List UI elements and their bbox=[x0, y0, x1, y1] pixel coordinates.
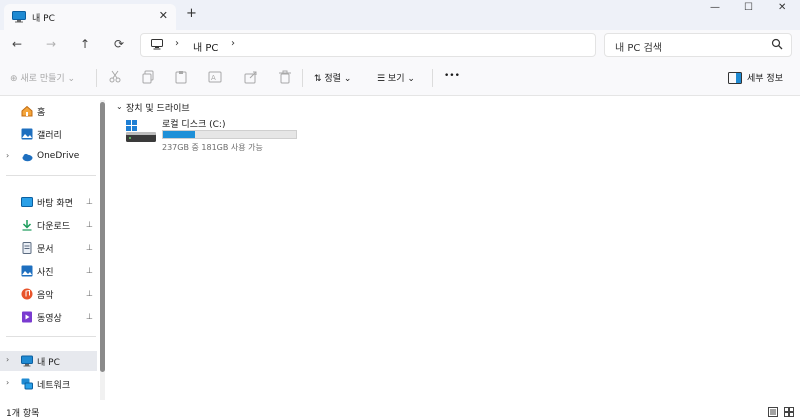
group-header[interactable]: 장치 및 드라이브 bbox=[126, 101, 190, 114]
drive-label: 로컬 디스크 (C:) bbox=[162, 120, 226, 130]
svg-text:A: A bbox=[211, 74, 216, 82]
search-icon bbox=[771, 38, 783, 50]
pin-icon: ⊥ bbox=[86, 312, 93, 321]
sidebar-item-label: OneDrive bbox=[37, 151, 80, 161]
sidebar-item-this-pc[interactable]: › 내 PC bbox=[0, 351, 97, 371]
pin-icon: ⊥ bbox=[86, 220, 93, 229]
toolbar-divider bbox=[96, 69, 97, 87]
details-pane-icon bbox=[728, 72, 742, 84]
sidebar-item-network[interactable]: › 네트워크 bbox=[0, 374, 97, 394]
sidebar-item-label: 사진 bbox=[37, 268, 54, 278]
more-options-button[interactable]: ••• bbox=[444, 71, 460, 81]
share-icon[interactable] bbox=[244, 70, 258, 84]
sort-button[interactable]: ⇅ 정렬 ⌄ bbox=[314, 71, 351, 84]
up-button[interactable]: ↑ bbox=[80, 37, 90, 51]
network-icon bbox=[21, 378, 33, 390]
file-list-pane: ⌄ 장치 및 드라이브 로컬 디스크 (C:) 237GB 중 181GB 사용… bbox=[108, 96, 800, 404]
delete-icon[interactable] bbox=[278, 70, 292, 84]
tab-this-pc[interactable]: 내 PC ✕ bbox=[4, 4, 176, 30]
video-icon bbox=[22, 311, 32, 323]
expand-chevron-icon[interactable]: › bbox=[6, 378, 9, 387]
pin-icon: ⊥ bbox=[86, 243, 93, 252]
sidebar-scrollbar[interactable] bbox=[100, 100, 105, 400]
gallery-icon bbox=[21, 128, 33, 140]
title-bar: 내 PC ✕ + — ☐ ✕ bbox=[0, 0, 800, 30]
refresh-button[interactable]: ⟳ bbox=[114, 37, 124, 51]
forward-button[interactable]: → bbox=[46, 37, 56, 51]
sidebar-item-pictures[interactable]: 사진 ⊥ bbox=[0, 261, 97, 281]
sidebar-divider bbox=[6, 175, 96, 176]
music-icon bbox=[21, 288, 33, 300]
maximize-button[interactable]: ☐ bbox=[744, 2, 753, 13]
drive-free-space: 237GB 중 181GB 사용 가능 bbox=[162, 143, 263, 152]
home-icon bbox=[21, 105, 33, 117]
expand-chevron-icon[interactable]: › bbox=[6, 151, 9, 160]
sidebar-item-label: 네트워크 bbox=[37, 381, 71, 391]
sidebar-item-videos[interactable]: 동영상 ⊥ bbox=[0, 307, 97, 327]
expand-chevron-icon[interactable]: › bbox=[6, 355, 9, 364]
address-bar[interactable]: › 내 PC › bbox=[140, 33, 596, 57]
sidebar-item-label: 다운로드 bbox=[37, 222, 71, 232]
copy-icon[interactable] bbox=[141, 70, 155, 84]
monitor-icon bbox=[151, 39, 163, 50]
tab-label: 내 PC bbox=[32, 14, 55, 24]
sidebar-item-label: 갤러리 bbox=[37, 131, 62, 141]
back-button[interactable]: ← bbox=[12, 37, 22, 51]
sidebar-item-music[interactable]: 음악 ⊥ bbox=[0, 284, 97, 304]
sidebar-item-onedrive[interactable]: › OneDrive bbox=[0, 147, 97, 167]
breadcrumb-expand-icon[interactable]: › bbox=[231, 38, 235, 49]
drive-usage-fill bbox=[163, 131, 195, 138]
tab-close-icon[interactable]: ✕ bbox=[159, 9, 168, 22]
picture-icon bbox=[21, 265, 33, 277]
drive-usage-bar bbox=[162, 130, 297, 139]
sidebar-item-gallery[interactable]: 갤러리 bbox=[0, 124, 97, 144]
download-icon bbox=[22, 220, 32, 231]
minimize-button[interactable]: — bbox=[710, 2, 720, 13]
search-box[interactable]: 내 PC 검색 bbox=[604, 33, 792, 57]
sidebar-item-label: 바탕 화면 bbox=[37, 199, 73, 209]
view-button[interactable]: ☰ 보기 ⌄ bbox=[377, 71, 415, 84]
new-tab-button[interactable]: + bbox=[186, 6, 197, 21]
sidebar-item-label: 동영상 bbox=[37, 314, 62, 324]
toolbar-divider bbox=[432, 69, 433, 87]
breadcrumb-this-pc[interactable]: 내 PC bbox=[193, 39, 218, 54]
pin-icon: ⊥ bbox=[86, 266, 93, 275]
group-collapse-icon[interactable]: ⌄ bbox=[116, 102, 123, 111]
new-button[interactable]: ⊕ 새로 만들기 ⌄ bbox=[10, 71, 75, 84]
desktop-icon bbox=[21, 197, 33, 207]
sidebar-item-documents[interactable]: 문서 ⊥ bbox=[0, 238, 97, 258]
toolbar-divider bbox=[302, 69, 303, 87]
rename-icon[interactable]: A bbox=[208, 70, 222, 84]
paste-icon[interactable] bbox=[174, 70, 188, 84]
sidebar-item-label: 내 PC bbox=[37, 358, 60, 368]
breadcrumb-separator-icon[interactable]: › bbox=[175, 38, 179, 49]
command-bar: ⊕ 새로 만들기 ⌄ A ⇅ 정렬 ⌄ ☰ 보기 ⌄ ••• 세부 정보 bbox=[0, 60, 800, 96]
pc-icon bbox=[12, 11, 26, 23]
sidebar-divider bbox=[6, 336, 96, 337]
cloud-icon bbox=[22, 153, 33, 162]
hard-drive-icon bbox=[126, 120, 156, 142]
sidebar-item-desktop[interactable]: 바탕 화면 ⊥ bbox=[0, 192, 97, 212]
sidebar-item-home[interactable]: 홈 bbox=[0, 101, 97, 121]
pin-icon: ⊥ bbox=[86, 289, 93, 298]
sidebar-item-label: 음악 bbox=[37, 291, 54, 301]
pin-icon: ⊥ bbox=[86, 197, 93, 206]
sidebar-item-label: 문서 bbox=[37, 245, 54, 255]
drive-item-c[interactable]: 로컬 디스크 (C:) 237GB 중 181GB 사용 가능 bbox=[124, 116, 304, 152]
item-count: 1개 항목 bbox=[6, 409, 40, 419]
navigation-pane: 홈 갤러리 › OneDrive 바탕 화면 ⊥ 다운로드 ⊥ 문서 ⊥ 사진 … bbox=[0, 96, 108, 404]
sidebar-item-downloads[interactable]: 다운로드 ⊥ bbox=[0, 215, 97, 235]
details-view-icon[interactable] bbox=[768, 407, 778, 417]
close-button[interactable]: ✕ bbox=[778, 2, 786, 13]
document-icon bbox=[22, 242, 32, 254]
pc-icon bbox=[21, 355, 33, 367]
search-placeholder: 내 PC 검색 bbox=[615, 43, 662, 54]
sidebar-item-label: 홈 bbox=[37, 108, 46, 118]
scrollbar-thumb[interactable] bbox=[100, 102, 105, 372]
tiles-view-icon[interactable] bbox=[784, 407, 794, 417]
navigation-bar: ← → ↑ ⟳ › 내 PC › 내 PC 검색 bbox=[0, 30, 800, 60]
cut-icon[interactable] bbox=[108, 70, 122, 84]
details-button[interactable]: 세부 정보 bbox=[747, 71, 783, 84]
status-bar: 1개 항목 bbox=[0, 404, 800, 420]
